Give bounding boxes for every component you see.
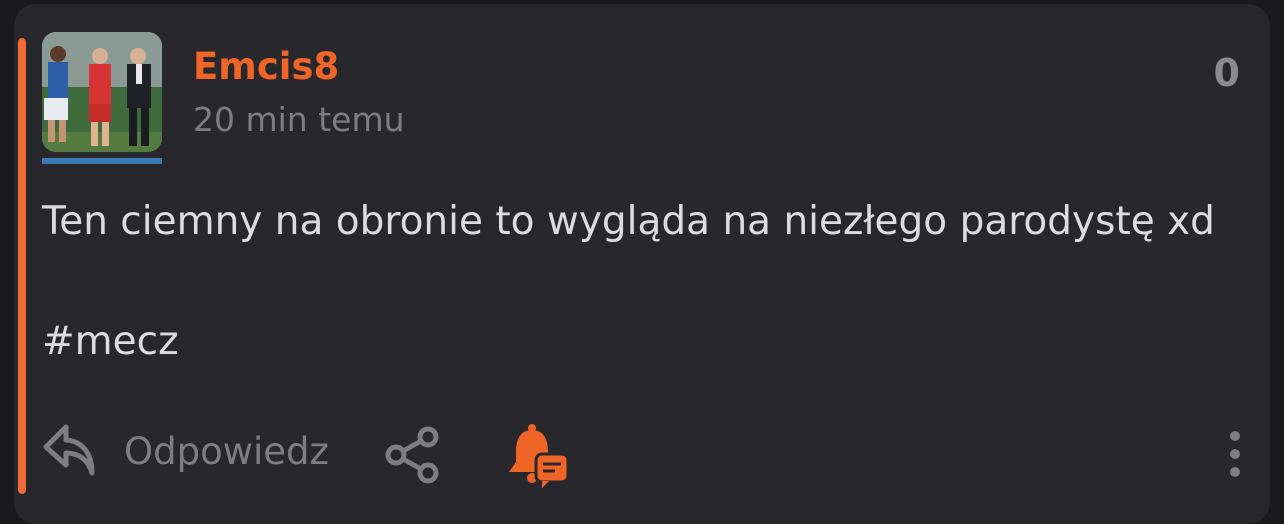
avatar-status-bar [42, 158, 162, 164]
bell-comment-icon [509, 424, 570, 488]
more-options-button[interactable] [1220, 424, 1250, 484]
post-time[interactable]: 20 min temu [193, 98, 405, 142]
author-name[interactable]: Emcis8 [193, 42, 339, 92]
share-icon [385, 426, 439, 484]
action-bar: Odpowiedz [14, 418, 1270, 488]
reply-label: Odpowiedz [124, 429, 329, 473]
post-body: Ten ciemny na obronie to wygląda na niez… [42, 199, 1215, 244]
vote-score[interactable]: 0 [1214, 48, 1240, 98]
hashtag-link[interactable]: #mecz [42, 314, 179, 370]
avatar[interactable] [42, 32, 162, 152]
share-button[interactable] [380, 422, 446, 488]
reply-arrow-icon [40, 419, 98, 483]
post-card: Emcis8 20 min temu 0 Ten ciemny na obron… [14, 4, 1270, 524]
notify-button[interactable] [504, 420, 574, 490]
vertical-dots-icon [1230, 431, 1240, 477]
reply-button[interactable]: Odpowiedz [40, 418, 329, 484]
